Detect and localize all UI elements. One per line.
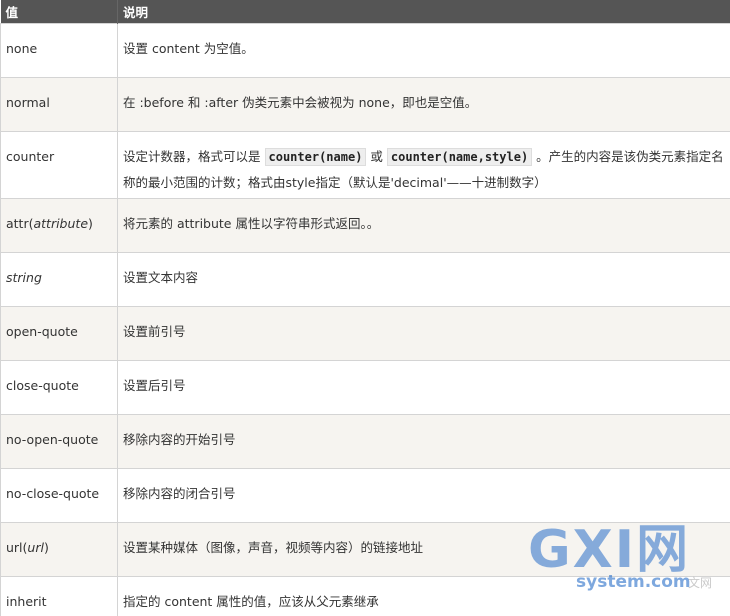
desc-text: 设定计数器，格式可以是	[123, 149, 261, 164]
row-value: none	[0, 23, 118, 78]
row-description: 设置前引号	[117, 306, 730, 361]
row-description: 移除内容的开始引号	[117, 414, 730, 469]
row-description: 设置 content 为空值。	[117, 23, 730, 78]
row-description: 设置某种媒体（图像，声音，视频等内容）的链接地址	[117, 522, 730, 577]
header-description: 说明	[117, 0, 730, 24]
table-header-row: 值 说明	[0, 0, 730, 24]
value-italic: attribute	[33, 216, 89, 231]
table-row: inherit 指定的 content 属性的值，应该从父元素继承	[0, 576, 730, 616]
row-description: 设定计数器，格式可以是 counter(name) 或 counter(name…	[117, 131, 730, 199]
desc-text: 或	[370, 149, 383, 164]
row-value: counter	[0, 131, 118, 199]
value-text: url(	[6, 540, 28, 555]
row-value: inherit	[0, 576, 118, 616]
row-value: attr(attribute)	[0, 198, 118, 253]
table-row: url(url) 设置某种媒体（图像，声音，视频等内容）的链接地址	[0, 522, 730, 577]
row-value: open-quote	[0, 306, 118, 361]
table-row: none 设置 content 为空值。	[0, 23, 730, 78]
row-description: 指定的 content 属性的值，应该从父元素继承	[117, 576, 730, 616]
table-row: no-open-quote 移除内容的开始引号	[0, 414, 730, 469]
value-text: )	[43, 540, 49, 555]
row-description: 移除内容的闭合引号	[117, 468, 730, 523]
row-value: string	[0, 252, 118, 307]
row-value: close-quote	[0, 360, 118, 415]
value-text: )	[88, 216, 93, 231]
table-row: no-close-quote 移除内容的闭合引号	[0, 468, 730, 523]
code-counter-name-style: counter(name,style)	[386, 148, 533, 166]
row-value: url(url)	[0, 522, 118, 577]
table-row: normal 在 :before 和 :after 伪类元素中会被视为 none…	[0, 77, 730, 132]
table-row: attr(attribute) 将元素的 attribute 属性以字符串形式返…	[0, 198, 730, 253]
table-row: close-quote 设置后引号	[0, 360, 730, 415]
row-description: 将元素的 attribute 属性以字符串形式返回。。	[117, 198, 730, 253]
row-description: 设置文本内容	[117, 252, 730, 307]
row-value: no-open-quote	[0, 414, 118, 469]
value-text: attr(	[6, 216, 34, 231]
header-value: 值	[0, 0, 118, 24]
table-row: open-quote 设置前引号	[0, 306, 730, 361]
row-value: normal	[0, 77, 118, 132]
table-row: string 设置文本内容	[0, 252, 730, 307]
row-description: 设置后引号	[117, 360, 730, 415]
row-description: 在 :before 和 :after 伪类元素中会被视为 none，即也是空值。	[117, 77, 730, 132]
value-italic: url	[27, 540, 44, 555]
table-row: counter 设定计数器，格式可以是 counter(name) 或 coun…	[0, 131, 730, 199]
row-value: no-close-quote	[0, 468, 118, 523]
content-values-table: 值 说明 none 设置 content 为空值。 normal 在 :befo…	[0, 0, 730, 616]
code-counter-name: counter(name)	[264, 148, 367, 166]
